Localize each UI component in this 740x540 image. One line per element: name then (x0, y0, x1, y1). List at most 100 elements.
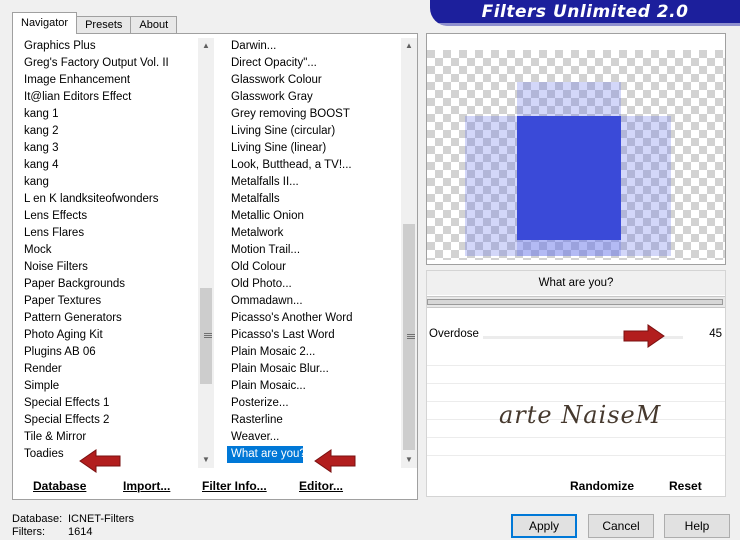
right-arrow-annotation-icon (623, 324, 665, 348)
filter-item[interactable]: Plain Mosaic Blur... (227, 361, 401, 378)
cancel-button[interactable]: Cancel (588, 514, 654, 538)
empty-parameter-row (427, 383, 725, 384)
database-value: ICNET-Filters (68, 513, 134, 525)
database-button[interactable]: Database (33, 479, 86, 493)
filter-item[interactable]: Metalfalls II... (227, 174, 401, 191)
empty-parameter-row (427, 437, 725, 438)
navigator-buttons: Database Import... Filter Info... Editor… (13, 474, 417, 498)
filter-item[interactable]: Old Colour (227, 259, 401, 276)
category-items: Graphics Plus Greg's Factory Output Vol. … (19, 38, 198, 468)
editor-button[interactable]: Editor... (299, 479, 343, 493)
filter-item[interactable]: Plain Mosaic... (227, 378, 401, 395)
category-scrollbar[interactable]: ▲ ▼ (198, 38, 214, 468)
category-item[interactable]: Special Effects 2 (19, 412, 198, 429)
left-arrow-annotation-icon (79, 449, 121, 473)
category-list[interactable]: Graphics Plus Greg's Factory Output Vol. … (19, 38, 214, 468)
category-item[interactable]: kang 3 (19, 140, 198, 157)
filter-item[interactable]: Living Sine (linear) (227, 140, 401, 157)
category-item[interactable]: Tile & Mirror (19, 429, 198, 446)
banner-title: Filters Unlimited 2.0 (481, 2, 689, 22)
filter-item[interactable]: Weaver... (227, 429, 401, 446)
filter-scrollbar[interactable]: ▲ ▼ (401, 38, 417, 468)
filters-count: 1614 (68, 526, 93, 538)
import-button[interactable]: Import... (123, 479, 170, 493)
filter-item[interactable]: Grey removing BOOST (227, 106, 401, 123)
filter-item[interactable]: Ommadawn... (227, 293, 401, 310)
category-item[interactable]: Image Enhancement (19, 72, 198, 89)
filter-items: Darwin... Direct Opacity"... Glasswork Col… (227, 38, 401, 468)
filter-list[interactable]: Darwin... Direct Opacity"... Glasswork Col… (227, 38, 417, 468)
category-item[interactable]: It@lian Editors Effect (19, 89, 198, 106)
filter-item[interactable]: Rasterline (227, 412, 401, 429)
navigator-panel: Graphics Plus Greg's Factory Output Vol. … (12, 33, 418, 500)
filter-item[interactable]: Posterize... (227, 395, 401, 412)
separator-bar (427, 299, 723, 305)
filter-item[interactable]: Picasso's Last Word (227, 327, 401, 344)
scroll-up-icon[interactable]: ▲ (198, 38, 214, 54)
category-item[interactable]: Photo Aging Kit (19, 327, 198, 344)
filter-item[interactable]: Living Sine (circular) (227, 123, 401, 140)
filter-item[interactable]: Direct Opacity"... (227, 55, 401, 72)
filters-label: Filters: (12, 526, 45, 538)
reset-button[interactable]: Reset (669, 479, 702, 493)
category-item[interactable]: Paper Textures (19, 293, 198, 310)
database-label: Database: (12, 513, 63, 525)
tab-presets[interactable]: Presets (76, 16, 132, 34)
category-item[interactable]: Noise Filters (19, 259, 198, 276)
category-item[interactable]: kang 4 (19, 157, 198, 174)
preview-image (426, 33, 726, 265)
filter-item[interactable]: Metalwork (227, 225, 401, 242)
grip-icon (204, 333, 212, 338)
category-item[interactable]: Plugins AB 06 (19, 344, 198, 361)
category-item[interactable]: Render (19, 361, 198, 378)
tab-bar: Navigator Presets About (12, 12, 178, 34)
parameter-panel: What are you? Overdose 45 arte NaiseM Ra… (426, 270, 726, 497)
category-item[interactable]: Lens Flares (19, 225, 198, 242)
left-arrow-annotation-icon (314, 449, 356, 473)
filter-item[interactable]: Picasso's Another Word (227, 310, 401, 327)
tab-navigator[interactable]: Navigator (12, 12, 78, 34)
filter-item[interactable]: Glasswork Gray (227, 89, 401, 106)
filter-item[interactable]: Look, Butthead, a TV!... (227, 157, 401, 174)
parameter-name: Overdose (429, 328, 479, 340)
category-item[interactable]: Greg's Factory Output Vol. II (19, 55, 198, 72)
apply-button[interactable]: Apply (511, 514, 577, 538)
filter-item[interactable]: Darwin... (227, 38, 401, 55)
scroll-down-icon[interactable]: ▼ (198, 452, 214, 468)
watermark-signature: arte NaiseM (499, 401, 662, 429)
filter-item[interactable]: Glasswork Colour (227, 72, 401, 89)
status-area: Database: ICNET-Filters Filters: 1614 (12, 513, 134, 539)
category-item[interactable]: Special Effects 1 (19, 395, 198, 412)
parameter-row[interactable]: Overdose 45 (427, 328, 725, 343)
category-item[interactable]: Graphics Plus (19, 38, 198, 55)
filter-item[interactable]: Metalfalls (227, 191, 401, 208)
grip-icon (407, 334, 415, 339)
filter-title: What are you? (427, 271, 725, 295)
scrollbar-thumb[interactable] (403, 224, 415, 450)
category-item[interactable]: Paper Backgrounds (19, 276, 198, 293)
category-item[interactable]: Simple (19, 378, 198, 395)
filter-item[interactable]: Metallic Onion (227, 208, 401, 225)
filter-item[interactable]: Plain Mosaic 2... (227, 344, 401, 361)
scroll-down-icon[interactable]: ▼ (401, 452, 417, 468)
title-banner: Filters Unlimited 2.0 (430, 0, 740, 26)
category-item[interactable]: kang 2 (19, 123, 198, 140)
category-item[interactable]: L en K landksiteofwonders (19, 191, 198, 208)
randomize-button[interactable]: Randomize (570, 479, 634, 493)
category-item[interactable]: Pattern Generators (19, 310, 198, 327)
category-item[interactable]: kang 1 (19, 106, 198, 123)
category-item[interactable]: kang (19, 174, 198, 191)
scrollbar-thumb[interactable] (200, 288, 212, 384)
parameter-value: 45 (709, 328, 722, 340)
filter-info-button[interactable]: Filter Info... (202, 479, 267, 493)
filter-item[interactable]: Old Photo... (227, 276, 401, 293)
help-button[interactable]: Help (664, 514, 730, 538)
category-item[interactable]: Mock (19, 242, 198, 259)
scroll-up-icon[interactable]: ▲ (401, 38, 417, 54)
category-item[interactable]: Lens Effects (19, 208, 198, 225)
filter-item[interactable]: What are you? (227, 446, 306, 463)
tab-about[interactable]: About (130, 16, 178, 34)
separator (427, 296, 725, 308)
filter-item[interactable]: Motion Trail... (227, 242, 401, 259)
empty-parameter-row (427, 365, 725, 366)
